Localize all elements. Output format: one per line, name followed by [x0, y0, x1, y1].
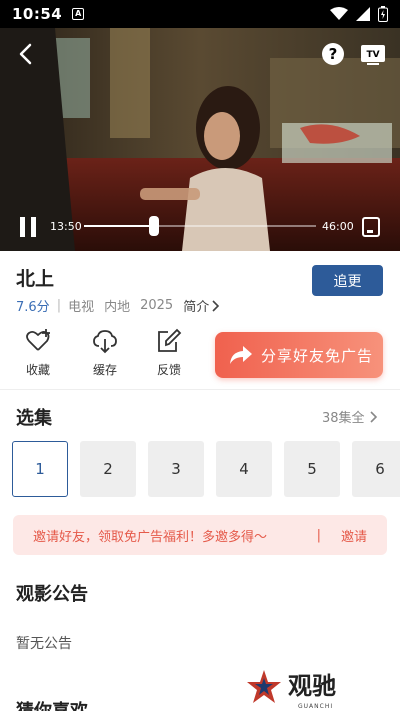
share-arrow-icon	[230, 346, 252, 364]
help-icon[interactable]: ?	[321, 42, 345, 66]
notice-body: 暂无公告	[16, 636, 72, 652]
download-label: 缓存	[92, 363, 117, 377]
feedback-button[interactable]: 反馈	[144, 328, 194, 378]
svg-text:?: ?	[329, 45, 338, 63]
episode-item[interactable]: 3	[148, 441, 204, 497]
download-button[interactable]: 缓存	[80, 328, 130, 378]
svg-text:观驰: 观驰	[288, 672, 336, 700]
invite-text: 邀请好友，领取免广告福利！多邀多得～	[33, 529, 268, 545]
meta-region: 内地	[104, 300, 131, 315]
episode-item[interactable]: 1	[12, 441, 68, 497]
battery-icon	[378, 6, 388, 22]
divider	[0, 389, 400, 390]
wifi-icon	[330, 7, 348, 20]
follow-button[interactable]: 追更	[312, 265, 383, 296]
progress-thumb[interactable]	[148, 216, 159, 236]
invite-action[interactable]: 邀请	[341, 526, 367, 545]
fullscreen-icon[interactable]	[362, 217, 380, 237]
cloud-download-icon	[93, 330, 117, 354]
episodes-title: 选集	[16, 408, 52, 429]
chevron-right-icon	[369, 410, 377, 423]
intro-link[interactable]: 简介	[183, 296, 221, 315]
share-banner[interactable]: 分享好友免广告	[215, 332, 383, 378]
intro-label: 简介	[183, 300, 210, 315]
invite-banner[interactable]: 邀请好友，领取免广告福利！多邀多得～ | 邀请	[13, 515, 387, 555]
episode-item[interactable]: 4	[216, 441, 272, 497]
edit-icon	[158, 328, 182, 352]
status-time: 10:54	[12, 5, 63, 23]
heart-plus-icon	[26, 329, 50, 351]
episode-item[interactable]: 6	[352, 441, 400, 497]
pause-icon[interactable]	[18, 216, 38, 238]
action-row: 收藏 缓存 反馈 分享好友免广告	[0, 328, 400, 384]
favorite-button[interactable]: 收藏	[13, 328, 63, 378]
episode-list: 1 2 3 4 5 6	[12, 441, 400, 497]
tv-cast-icon[interactable]: TV	[360, 42, 386, 66]
show-title: 北上	[16, 268, 55, 290]
svg-text:TV: TV	[366, 50, 379, 60]
total-time: 46:00	[322, 220, 354, 233]
notice-title: 观影公告	[16, 584, 88, 605]
score: 7.6分	[16, 300, 50, 315]
current-time: 13:50	[50, 220, 82, 233]
back-icon[interactable]	[14, 42, 38, 66]
show-meta: 7.6分 | 电视 内地 2025 简介	[16, 296, 221, 315]
invite-separator: |	[316, 527, 321, 543]
progress-fill	[84, 225, 154, 227]
recommend-title: 猜你喜欢	[16, 697, 88, 711]
status-bar: 10:54 A	[0, 0, 400, 28]
feedback-label: 反馈	[156, 363, 181, 377]
progress-bar[interactable]	[84, 216, 316, 236]
episode-item[interactable]: 2	[80, 441, 136, 497]
episode-item[interactable]: 5	[284, 441, 340, 497]
favorite-label: 收藏	[25, 363, 50, 377]
episodes-count-link[interactable]: 38集全	[322, 407, 381, 426]
episodes-count: 38集全	[322, 411, 365, 426]
share-label: 分享好友免广告	[261, 346, 374, 365]
signal-icon	[356, 7, 370, 21]
meta-type: 电视	[68, 300, 95, 315]
video-player[interactable]: ? TV 13:50 46:00	[0, 28, 400, 251]
meta-separator: |	[56, 298, 62, 313]
brand-logo: 观驰 GUANCHI	[247, 670, 336, 710]
meta-year: 2025	[140, 298, 174, 313]
notification-icon: A	[72, 8, 85, 20]
svg-text:GUANCHI: GUANCHI	[298, 703, 333, 710]
chevron-right-icon	[212, 299, 220, 312]
